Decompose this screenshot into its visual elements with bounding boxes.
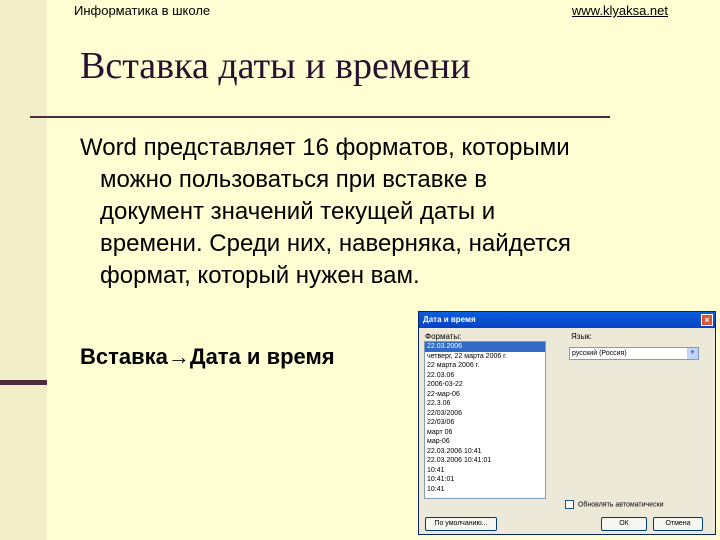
list-item[interactable]: 22 марта 2006 г. bbox=[425, 361, 545, 371]
chevron-down-icon[interactable]: ▼ bbox=[687, 348, 698, 359]
list-item[interactable]: 22.03.2006 bbox=[425, 342, 545, 352]
body-line: документ значений текущей даты и bbox=[100, 198, 496, 225]
list-item[interactable]: 22.03.2006 10:41:01 bbox=[425, 456, 545, 466]
list-item[interactable]: 2006-03-22 bbox=[425, 380, 545, 390]
body-line: формат, который нужен вам. bbox=[100, 262, 420, 289]
list-item[interactable]: 22.03.06 bbox=[425, 371, 545, 381]
dialog-title: Дата и время bbox=[423, 315, 476, 324]
ok-button[interactable]: ОК bbox=[601, 517, 647, 531]
list-item[interactable]: 22-мар-06 bbox=[425, 390, 545, 400]
default-button[interactable]: По умолчанию... bbox=[425, 517, 497, 531]
checkbox-box[interactable] bbox=[565, 500, 574, 509]
auto-update-label: Обновлять автоматически bbox=[577, 501, 664, 509]
list-item[interactable]: 10:41 bbox=[425, 485, 545, 495]
language-value: русский (Россия) bbox=[572, 350, 627, 357]
language-select[interactable]: русский (Россия) ▼ bbox=[569, 347, 699, 360]
list-item[interactable]: 22/03/2006 bbox=[425, 409, 545, 419]
list-item[interactable]: мар-06 bbox=[425, 437, 545, 447]
sidebar-accent-bar bbox=[0, 380, 47, 385]
list-item[interactable]: март 06 bbox=[425, 428, 545, 438]
date-time-dialog: Дата и время × Форматы: Язык: 22.03.2006… bbox=[418, 311, 716, 535]
slide-body-text: Word представляет 16 форматов, которыми … bbox=[80, 132, 680, 292]
body-line: можно пользоваться при вставке в bbox=[100, 166, 488, 193]
slide-sidebar bbox=[0, 0, 47, 540]
body-line: времени. Среди них, наверняка, найдется bbox=[100, 230, 571, 257]
menu-path-text: Вставка→Дата и время bbox=[80, 344, 335, 369]
list-item[interactable]: 22.03.2006 10:41 bbox=[425, 447, 545, 457]
auto-update-checkbox[interactable]: Обновлять автоматически bbox=[565, 500, 664, 509]
title-divider bbox=[30, 116, 610, 118]
list-item[interactable]: 22.3.06 bbox=[425, 399, 545, 409]
dialog-titlebar[interactable]: Дата и время × bbox=[419, 312, 715, 328]
slide-title: Вставка даты и времени bbox=[80, 45, 471, 87]
header-school-label: Информатика в школе bbox=[74, 3, 211, 18]
header-website-link[interactable]: www.klyaksa.net bbox=[572, 3, 668, 18]
close-icon[interactable]: × bbox=[701, 314, 713, 326]
list-item[interactable]: четверг, 22 марта 2006 г. bbox=[425, 352, 545, 362]
formats-label: Форматы: bbox=[425, 332, 462, 341]
list-item[interactable]: 10:41 bbox=[425, 466, 545, 476]
formats-list[interactable]: 22.03.2006 четверг, 22 марта 2006 г. 22 … bbox=[424, 341, 546, 499]
cancel-button[interactable]: Отмена bbox=[653, 517, 703, 531]
list-item[interactable]: 22/03/06 bbox=[425, 418, 545, 428]
body-line: Word представляет 16 форматов, которыми bbox=[80, 134, 570, 161]
list-item[interactable]: 10:41:01 bbox=[425, 475, 545, 485]
language-label: Язык: bbox=[571, 332, 592, 341]
